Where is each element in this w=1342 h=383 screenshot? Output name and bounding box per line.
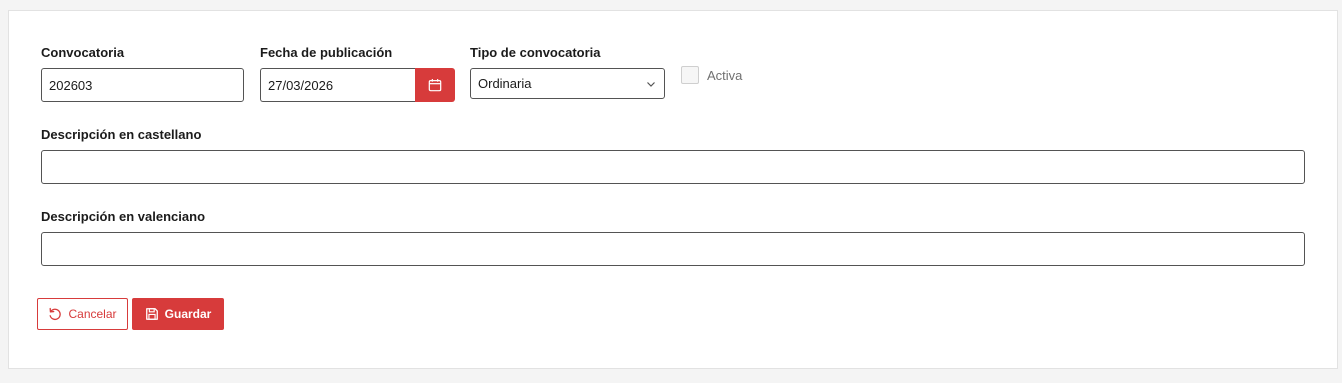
desc-valenciano-input[interactable]	[41, 232, 1305, 266]
chevron-down-icon	[647, 81, 655, 87]
desc-castellano-label: Descripción en castellano	[41, 127, 202, 142]
cancel-label: Cancelar	[68, 307, 117, 321]
calendar-button[interactable]	[415, 68, 455, 102]
save-icon	[145, 308, 158, 320]
fecha-input[interactable]: 27/03/2026	[260, 68, 415, 102]
desc-valenciano-label: Descripción en valenciano	[41, 209, 206, 224]
activa-checkbox[interactable]	[681, 66, 699, 84]
save-label: Guardar	[164, 307, 212, 321]
form-card: Convocatoria 202603 Fecha de publicación…	[8, 10, 1338, 369]
activa-label: Activa	[707, 67, 743, 83]
cancel-button[interactable]: Cancelar	[37, 298, 128, 330]
tipo-select[interactable]: Ordinaria	[470, 68, 665, 99]
undo-icon	[50, 307, 62, 320]
convocatoria-input[interactable]: 202603	[41, 68, 244, 102]
save-button[interactable]: Guardar	[132, 298, 224, 330]
tipo-selected-value: Ordinaria	[478, 76, 532, 91]
activa-field: Activa	[681, 66, 742, 84]
fecha-label: Fecha de publicación	[260, 45, 393, 60]
tipo-label: Tipo de convocatoria	[470, 45, 601, 60]
fecha-field: 27/03/2026	[260, 68, 455, 102]
desc-castellano-input[interactable]	[41, 150, 1305, 184]
calendar-icon	[428, 79, 442, 92]
fecha-value: 27/03/2026	[268, 77, 334, 93]
convocatoria-label: Convocatoria	[41, 45, 125, 60]
convocatoria-value: 202603	[49, 77, 93, 93]
